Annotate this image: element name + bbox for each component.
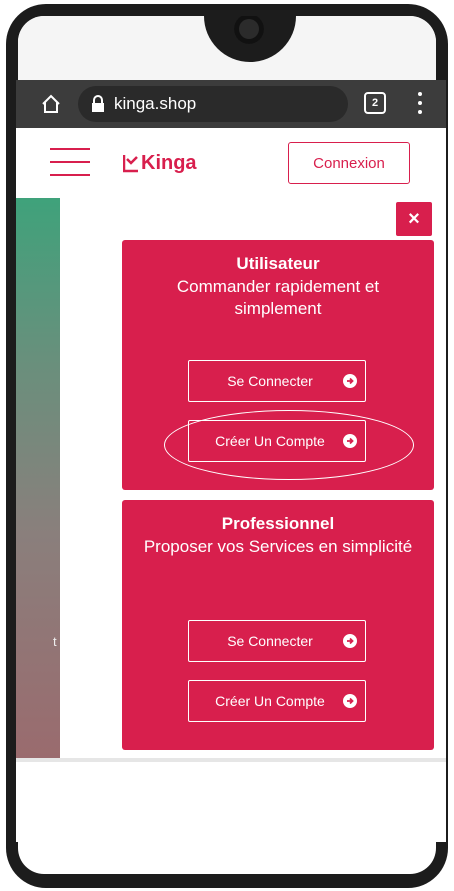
camera-lens — [234, 16, 264, 44]
user-create-account-button[interactable]: Créer Un Compte — [188, 420, 366, 462]
logo-text: Kinga — [141, 151, 197, 174]
card-title: Utilisateur — [236, 254, 320, 273]
page-content: t × Utilisateur Commander rapidement et … — [16, 198, 446, 758]
user-login-button[interactable]: Se Connecter — [188, 360, 366, 402]
button-label: Créer Un Compte — [215, 433, 325, 449]
arrow-circle-right-icon — [343, 634, 357, 648]
kebab-menu-icon[interactable] — [418, 92, 424, 114]
site-header: Kinga Connexion — [16, 128, 446, 198]
button-label: Se Connecter — [227, 373, 313, 389]
tab-switcher-icon[interactable]: 2 — [364, 92, 386, 114]
arrow-circle-right-icon — [343, 374, 357, 388]
card-title: Professionnel — [221, 514, 335, 533]
browser-toolbar: kinga.shop 2 — [16, 80, 446, 128]
button-label: Créer Un Compte — [215, 693, 325, 709]
lock-icon — [92, 95, 104, 112]
arrow-circle-right-icon — [343, 694, 357, 708]
close-icon: × — [408, 207, 420, 230]
background-partial-text: t — [53, 634, 57, 649]
background-image-strip — [16, 198, 60, 758]
hamburger-menu-icon[interactable] — [50, 148, 90, 176]
site-logo[interactable]: Kinga — [123, 148, 197, 178]
button-label: Se Connecter — [227, 633, 313, 649]
home-icon[interactable] — [38, 91, 64, 117]
pro-login-button[interactable]: Se Connecter — [188, 620, 366, 662]
logo-mark-icon — [123, 155, 138, 173]
page-bottom-area — [16, 762, 446, 842]
card-subtitle: Commander rapidement et simplement — [176, 277, 380, 318]
address-bar[interactable]: kinga.shop — [78, 86, 348, 122]
professional-account-card: Professionnel Proposer vos Services en s… — [122, 500, 434, 750]
card-subtitle: Proposer vos Services en simplicité — [143, 537, 413, 556]
url-text: kinga.shop — [114, 94, 197, 113]
login-button[interactable]: Connexion — [288, 142, 410, 184]
close-button[interactable]: × — [396, 202, 432, 236]
arrow-circle-right-icon — [343, 434, 357, 448]
user-account-card: Utilisateur Commander rapidement et simp… — [122, 240, 434, 490]
pro-create-account-button[interactable]: Créer Un Compte — [188, 680, 366, 722]
